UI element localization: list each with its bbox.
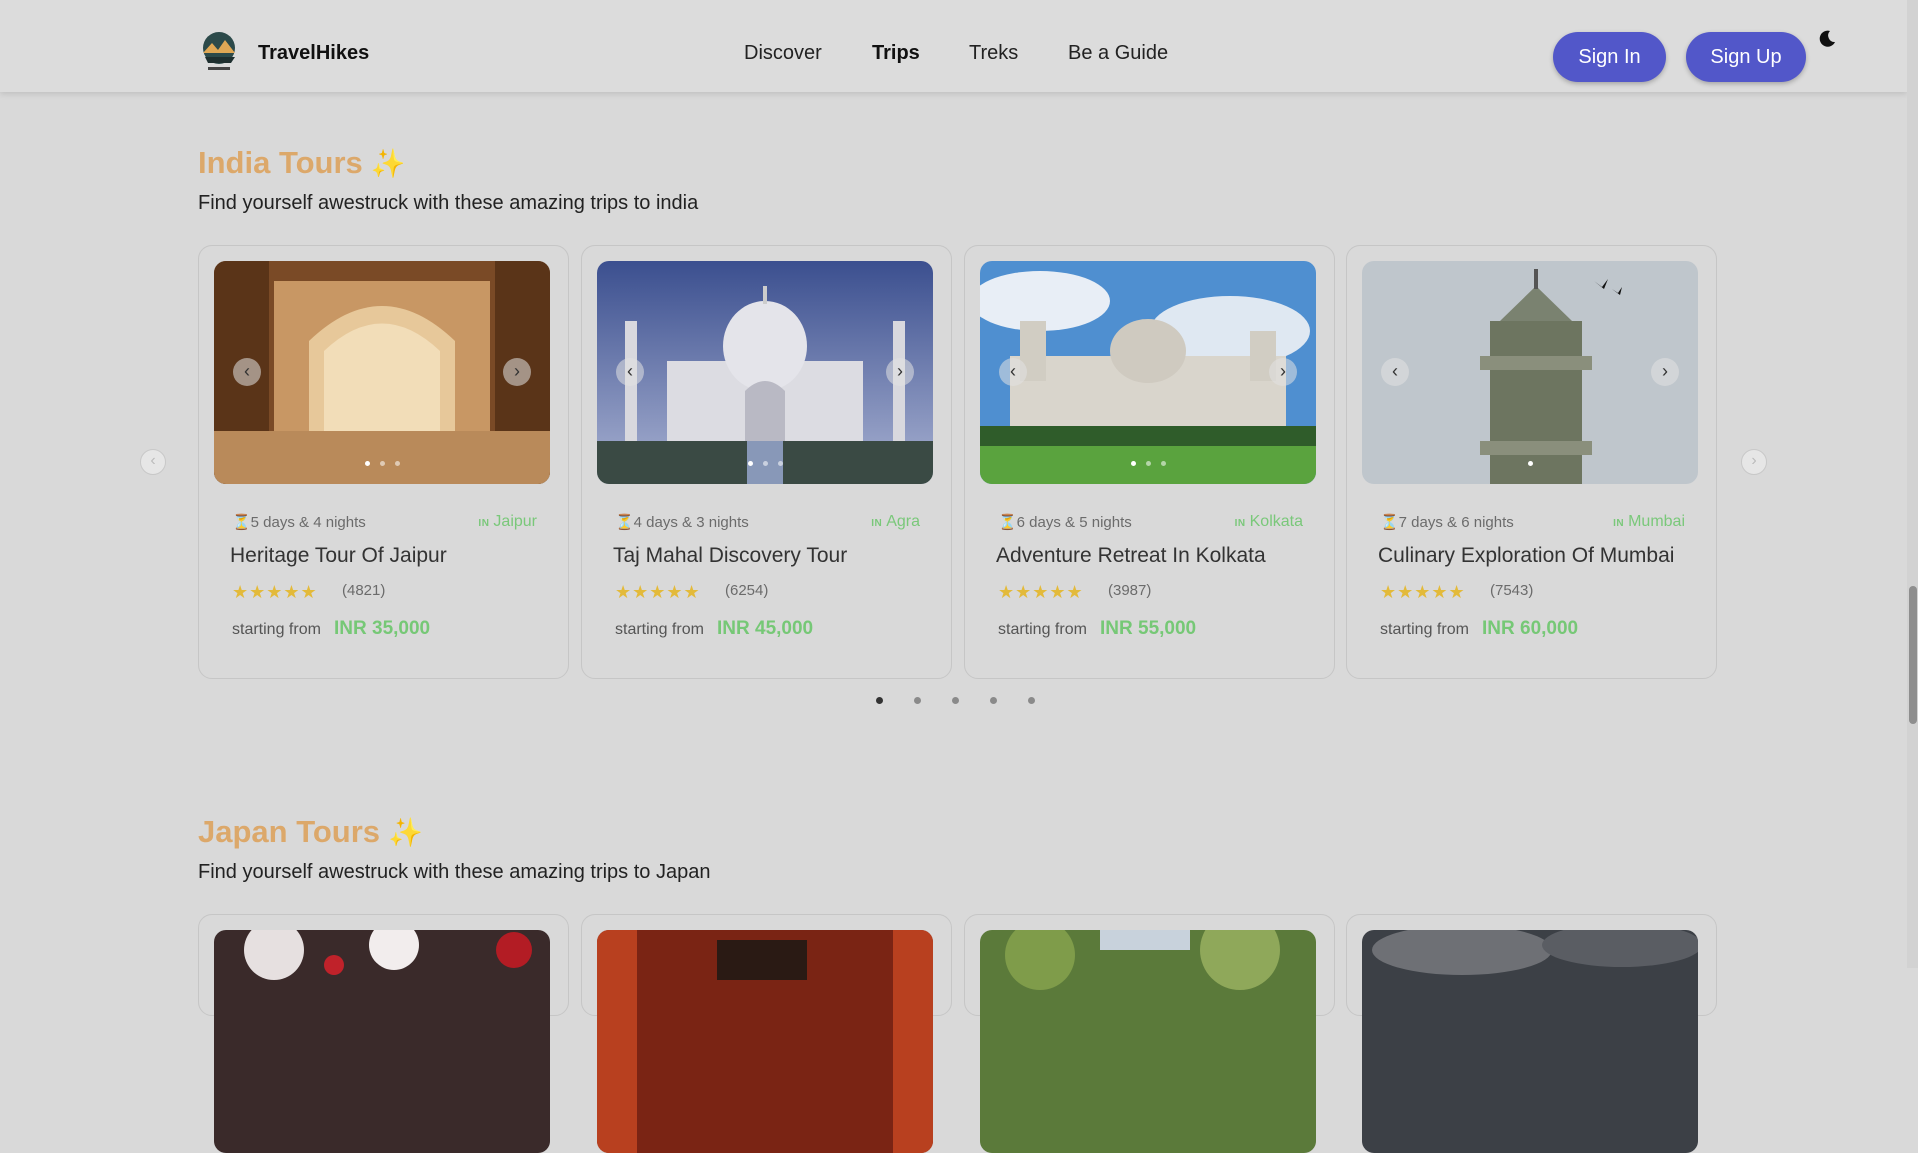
photo-prev-button[interactable]: ‹: [616, 358, 644, 386]
starting-from-label: starting from: [1380, 621, 1469, 638]
tour-photo: ‹ ›: [214, 261, 550, 484]
japan-section-subtitle: Find yourself awestruck with these amazi…: [198, 861, 711, 883]
india-section-subtitle: Find yourself awestruck with these amazi…: [198, 192, 699, 214]
nav-treks[interactable]: Treks: [969, 42, 1018, 65]
tour-photo: [980, 930, 1316, 1153]
tour-photo: [1362, 930, 1698, 1153]
review-count: (6254): [725, 582, 769, 599]
sparkles-icon: ✨: [388, 817, 423, 848]
india-section-title: India Tours ✨: [198, 145, 406, 181]
tour-card[interactable]: [581, 914, 952, 1153]
tour-photo: [597, 930, 933, 1153]
brand-logo[interactable]: [200, 31, 238, 73]
star-rating-icon: ★★★★★: [998, 582, 1084, 602]
tour-name[interactable]: Culinary Exploration Of Mumbai: [1378, 544, 1674, 568]
sign-in-button[interactable]: Sign In: [1553, 32, 1666, 82]
star-rating-icon: ★★★★★: [1380, 582, 1466, 602]
nav-discover[interactable]: Discover: [744, 42, 822, 65]
photo-dots: [214, 461, 550, 466]
star-rating-icon: ★★★★★: [615, 582, 701, 602]
carousel-dot[interactable]: [1028, 697, 1035, 704]
location-name: Jaipur: [493, 513, 537, 530]
photo-dots: [980, 461, 1316, 466]
carousel-dot[interactable]: [914, 697, 921, 704]
location-label: IN Kolkata: [1235, 513, 1303, 531]
page-scrollbar-track[interactable]: [1907, 0, 1918, 968]
country-code: IN: [871, 518, 883, 529]
duration-label: ⏳5 days & 4 nights: [232, 514, 366, 531]
tour-name[interactable]: Heritage Tour Of Jaipur: [230, 544, 447, 568]
tour-photo: [214, 930, 550, 1153]
star-rating-icon: ★★★★★: [232, 582, 318, 602]
tour-card[interactable]: [1346, 914, 1717, 1153]
carousel-dot[interactable]: [990, 697, 997, 704]
moon-icon[interactable]: [1818, 30, 1836, 48]
japan-section-title: Japan Tours ✨: [198, 814, 423, 850]
photo-dots: [1362, 461, 1698, 466]
section-title-text: India Tours: [198, 145, 363, 180]
photo-dots: [597, 461, 933, 466]
starting-from-label: starting from: [232, 621, 321, 638]
location-name: Agra: [886, 513, 920, 530]
location-name: Mumbai: [1628, 513, 1685, 530]
sparkles-icon: ✨: [370, 148, 406, 179]
duration-label: ⏳4 days & 3 nights: [615, 514, 749, 531]
sign-up-button[interactable]: Sign Up: [1686, 32, 1806, 82]
tour-card[interactable]: [964, 914, 1335, 1153]
review-count: (7543): [1490, 582, 1534, 599]
photo-next-button[interactable]: ›: [503, 358, 531, 386]
section-title-text: Japan Tours: [198, 814, 381, 849]
photo-next-button[interactable]: ›: [1651, 358, 1679, 386]
tour-photo: ‹ ›: [980, 261, 1316, 484]
tour-photo: ‹ ›: [1362, 261, 1698, 484]
photo-prev-button[interactable]: ‹: [999, 358, 1027, 386]
photo-next-button[interactable]: ›: [1269, 358, 1297, 386]
nav-be-a-guide[interactable]: Be a Guide: [1068, 42, 1168, 65]
location-label: IN Agra: [871, 513, 920, 531]
country-code: IN: [478, 518, 490, 529]
tour-name[interactable]: Adventure Retreat In Kolkata: [996, 544, 1266, 568]
nav-trips[interactable]: Trips: [872, 42, 920, 65]
photo-prev-button[interactable]: ‹: [1381, 358, 1409, 386]
tour-card[interactable]: ‹ › ⏳7 days & 6 nights IN Mumbai Culinary…: [1346, 245, 1717, 679]
tour-photo: ‹ ›: [597, 261, 933, 484]
country-code: IN: [1613, 518, 1625, 529]
page-scrollbar-thumb[interactable]: [1909, 586, 1917, 724]
tour-price: INR 55,000: [1100, 618, 1197, 639]
photo-next-button[interactable]: ›: [886, 358, 914, 386]
starting-from-label: starting from: [615, 621, 704, 638]
carousel-next-button[interactable]: ›: [1741, 449, 1767, 475]
carousel-dot[interactable]: [876, 697, 883, 704]
tour-name[interactable]: Taj Mahal Discovery Tour: [613, 544, 847, 568]
review-count: (3987): [1108, 582, 1152, 599]
top-navbar: TravelHikes Discover Trips Treks Be a Gu…: [0, 0, 1907, 92]
tour-card[interactable]: [198, 914, 569, 1153]
carousel-prev-button[interactable]: ‹: [140, 449, 166, 475]
location-name: Kolkata: [1249, 513, 1303, 530]
tour-price: INR 60,000: [1482, 618, 1579, 639]
brand-name[interactable]: TravelHikes: [258, 42, 369, 65]
photo-prev-button[interactable]: ‹: [233, 358, 261, 386]
review-count: (4821): [342, 582, 386, 599]
country-code: IN: [1234, 518, 1246, 529]
tour-card[interactable]: ‹ › ⏳5 days & 4 nights IN Jaipur Heritage…: [198, 245, 569, 679]
duration-label: ⏳6 days & 5 nights: [998, 514, 1132, 531]
tour-card[interactable]: ‹ › ⏳6 days & 5 nights IN Kolkata Adventu…: [964, 245, 1335, 679]
location-label: IN Mumbai: [1613, 513, 1685, 531]
tour-price: INR 45,000: [717, 618, 814, 639]
starting-from-label: starting from: [998, 621, 1087, 638]
location-label: IN Jaipur: [478, 513, 537, 531]
carousel-dot[interactable]: [952, 697, 959, 704]
tour-price: INR 35,000: [334, 618, 431, 639]
tour-card[interactable]: ‹ › ⏳4 days & 3 nights IN Agra Taj Mahal …: [581, 245, 952, 679]
duration-label: ⏳7 days & 6 nights: [1380, 514, 1514, 531]
